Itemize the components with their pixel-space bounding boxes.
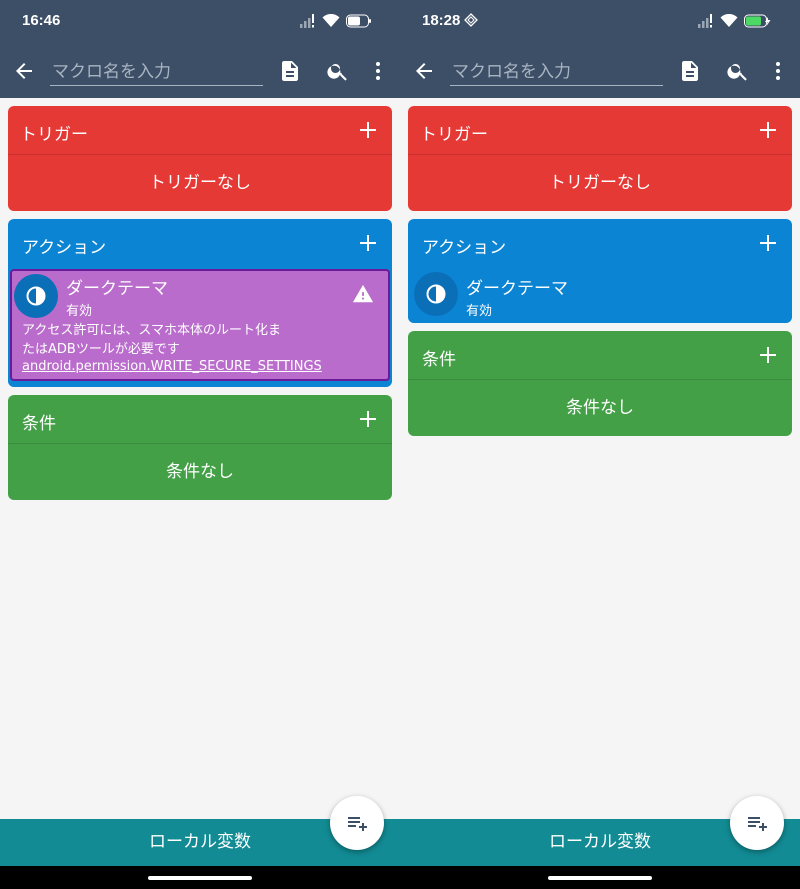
contrast-icon-circle: [414, 272, 458, 316]
action-item-subtitle: 有効: [66, 304, 93, 319]
home-indicator[interactable]: [548, 876, 652, 880]
action-item-title: ダークテーマ: [466, 279, 568, 299]
back-arrow-icon[interactable]: [412, 59, 436, 83]
search-icon[interactable]: [726, 59, 750, 83]
action-item-title: ダークテーマ: [66, 279, 168, 299]
navigation-bar: [0, 866, 400, 889]
macro-name-input[interactable]: [50, 58, 263, 86]
contrast-icon: [426, 284, 446, 304]
app-bar: [0, 44, 400, 98]
status-time: 16:46: [22, 12, 61, 29]
no-trigger-text[interactable]: トリガーなし: [8, 155, 392, 211]
condition-card: 条件 条件なし: [408, 331, 792, 436]
action-card: アクション ダークテーマ 有効: [408, 219, 792, 323]
trigger-card: トリガー トリガーなし: [8, 106, 392, 211]
action-title: アクション: [422, 238, 507, 258]
signal-icon: [300, 14, 314, 28]
permission-link[interactable]: android.permission.WRITE_SECURE_SETTINGS: [22, 359, 322, 374]
app-bar: [400, 44, 800, 98]
condition-title: 条件: [422, 350, 456, 370]
search-icon[interactable]: [326, 59, 350, 83]
navigation-bar: [400, 866, 800, 889]
macro-name-input[interactable]: [450, 58, 663, 86]
action-item-dark-theme[interactable]: ダークテーマ 有効: [408, 267, 792, 319]
battery-charging-icon: [744, 14, 771, 28]
status-bar: 18:28: [400, 0, 800, 44]
action-title: アクション: [22, 238, 107, 258]
contrast-icon-circle: [14, 274, 58, 318]
add-to-list-fab[interactable]: [330, 796, 384, 850]
action-item-dark-theme[interactable]: ダークテーマ 有効 アクセス許可には、スマホ本体のルート化またはADBツールが必…: [10, 269, 390, 381]
signal-icon: [698, 14, 712, 28]
no-trigger-text[interactable]: トリガーなし: [408, 155, 792, 211]
add-action-plus-icon[interactable]: [358, 233, 378, 253]
action-item-subtitle: 有効: [466, 304, 493, 319]
trigger-title: トリガー: [420, 125, 488, 145]
action-card: アクション ダークテーマ 有効 アクセス許可には、スマホ本体のルート化またはAD…: [8, 219, 392, 387]
sync-icon: [464, 13, 478, 27]
screen-right: 18:28 トリガー トリガーなし アクション: [400, 0, 800, 889]
condition-card: 条件 条件なし: [8, 395, 392, 500]
add-condition-plus-icon[interactable]: [758, 345, 778, 365]
playlist-add-icon: [748, 817, 767, 831]
trigger-card: トリガー トリガーなし: [408, 106, 792, 211]
document-icon[interactable]: [278, 59, 302, 83]
wifi-icon: [720, 14, 738, 27]
add-condition-plus-icon[interactable]: [358, 409, 378, 429]
document-icon[interactable]: [678, 59, 702, 83]
more-vert-icon[interactable]: [766, 59, 790, 83]
back-arrow-icon[interactable]: [12, 59, 36, 83]
add-trigger-plus-icon[interactable]: [358, 120, 378, 140]
permission-warning-text: アクセス許可には、スマホ本体のルート化またはADBツールが必要です: [22, 323, 281, 357]
status-time: 18:28: [422, 12, 461, 29]
playlist-add-icon: [348, 817, 367, 831]
contrast-icon: [26, 286, 46, 306]
add-action-plus-icon[interactable]: [758, 233, 778, 253]
no-condition-text[interactable]: 条件なし: [408, 380, 792, 436]
screen-left: 16:46 トリガー トリガーなし アクション ダークテ: [0, 0, 400, 889]
no-condition-text[interactable]: 条件なし: [8, 444, 392, 500]
home-indicator[interactable]: [148, 876, 252, 880]
more-vert-icon[interactable]: [366, 59, 390, 83]
condition-title: 条件: [22, 414, 56, 434]
add-to-list-fab[interactable]: [730, 796, 784, 850]
status-bar: 16:46: [0, 0, 400, 44]
warning-icon[interactable]: [352, 283, 374, 305]
add-trigger-plus-icon[interactable]: [758, 120, 778, 140]
wifi-icon: [322, 14, 340, 27]
trigger-title: トリガー: [20, 125, 88, 145]
battery-icon: [346, 14, 371, 28]
